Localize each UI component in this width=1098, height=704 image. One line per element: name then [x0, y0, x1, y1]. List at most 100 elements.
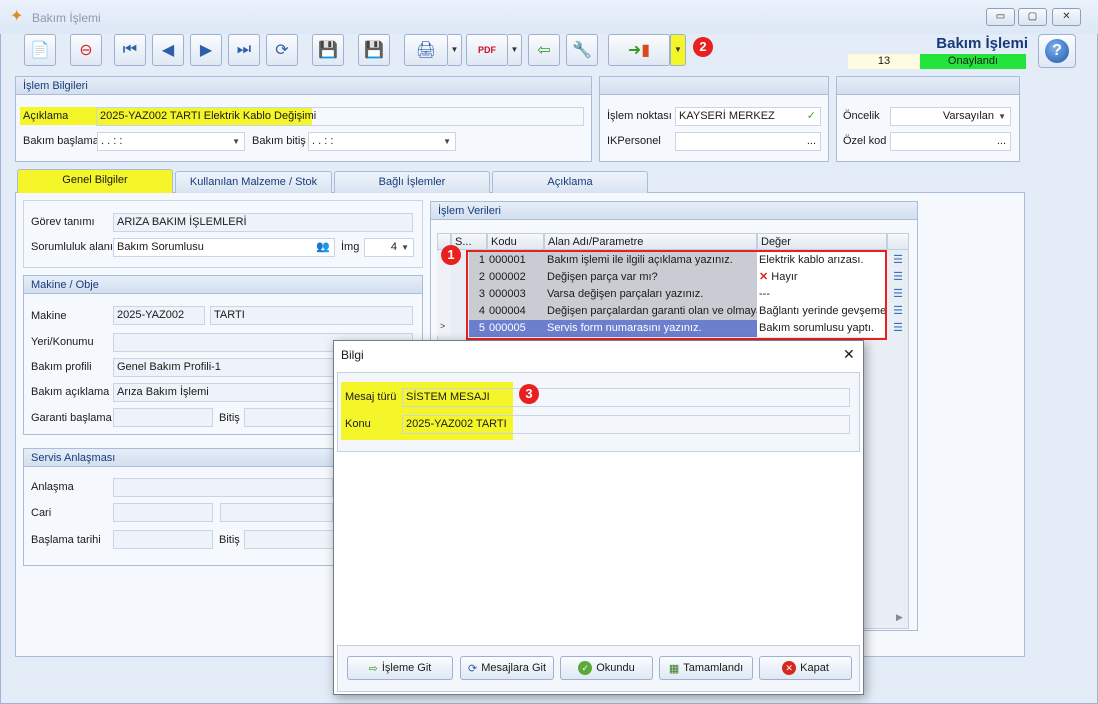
maximize-button[interactable]: ▢ [1018, 8, 1047, 26]
chevron-down-icon[interactable]: ▼ [401, 239, 409, 256]
delete-document-icon[interactable]: ⊖ [70, 34, 102, 66]
minimize-button[interactable]: ▭ [986, 8, 1015, 26]
isleme-git-button[interactable]: ⇨ İşleme Git [347, 656, 453, 680]
first-record-icon[interactable]: ⏮ [114, 34, 146, 66]
img-value: 4 [390, 241, 397, 253]
bakim-bitis-field[interactable]: . . : : ▼ [308, 132, 456, 151]
sorumluluk-field[interactable]: Bakım Sorumlusu 👥 [113, 238, 335, 257]
tools-icon[interactable]: 🔧 [566, 34, 598, 66]
bakim-baslama-value: . . : : [101, 135, 123, 147]
tamamlandi-label: Tamamlandı [683, 662, 744, 674]
save-close-icon[interactable]: 💾 [358, 34, 390, 66]
scroll-right-icon[interactable]: ▶ [896, 612, 903, 623]
print-dropdown-icon[interactable]: ▼ [448, 34, 462, 66]
butterfly-app-icon: ✦ [10, 8, 24, 25]
check-icon[interactable]: ✓ [807, 108, 816, 125]
kapat-label: Kapat [800, 662, 829, 674]
close-window-button[interactable]: ✕ [1052, 8, 1081, 26]
gorev-field[interactable]: ARIZA BAKIM İŞLEMLERİ [113, 213, 413, 232]
cari-code-field[interactable] [113, 503, 213, 522]
aciklama-field[interactable]: 2025-YAZ002 TARTI Elektrik Kablo Değişim… [96, 107, 584, 126]
new-document-icon[interactable]: 📄 [24, 34, 56, 66]
bakim-baslama-field[interactable]: . . : : ▼ [97, 132, 245, 151]
last-record-icon[interactable]: ⏭ [228, 34, 260, 66]
mesaj-turu-label: Mesaj türü [345, 391, 397, 403]
anlasma-field[interactable] [113, 478, 333, 497]
oncelik-select[interactable]: Varsayılan ▼ [890, 107, 1011, 126]
servis-baslama-label: Başlama tarihi [31, 534, 101, 546]
konu-label: Konu [345, 418, 371, 430]
servis-baslama-field[interactable] [113, 530, 213, 549]
grid-header-kodu[interactable]: Kodu [487, 233, 544, 250]
title-bar [0, 0, 1098, 34]
help-button[interactable]: ? [1038, 34, 1076, 68]
grid-header-deger[interactable]: Değer [757, 233, 887, 250]
makine-label: Makine [31, 310, 67, 322]
cari-label: Cari [31, 507, 52, 519]
exit-door-icon[interactable]: ➜ ▮ [608, 34, 670, 66]
img-select[interactable]: 4 ▼ [364, 238, 414, 257]
print-icon[interactable]: 🖨 [404, 34, 448, 66]
goto-icon: ⇨ [368, 662, 378, 675]
pdf-export-icon[interactable]: PDF [466, 34, 508, 66]
tab-genel-bilgiler[interactable]: Genel Bilgiler [17, 169, 173, 193]
next-record-icon[interactable]: ▶ [190, 34, 222, 66]
bakim-bitis-label: Bakım bitiş [252, 135, 306, 147]
garanti-field[interactable] [113, 408, 213, 427]
makine-name-field[interactable]: TARTI [210, 306, 413, 325]
oncelik-label: Öncelik [843, 110, 880, 122]
window-title: Bakım İşlemi [32, 11, 101, 25]
cari-name-field[interactable] [220, 503, 333, 522]
badge-3: 3 [519, 384, 539, 404]
okundu-button[interactable]: ✓ Okundu [560, 656, 653, 680]
highlight-rows [466, 250, 887, 340]
mesaj-turu-field[interactable]: SİSTEM MESAJI [402, 388, 850, 407]
garanti-bitis-field[interactable] [244, 408, 344, 427]
dialog-close-icon[interactable]: ✕ [843, 346, 855, 363]
okundu-label: Okundu [596, 662, 635, 674]
chevron-down-icon[interactable]: ▼ [998, 108, 1006, 125]
bakim-aciklama-label: Bakım açıklama [31, 386, 110, 398]
aciklama-label: Açıklama [23, 110, 69, 122]
makine-code-field[interactable]: 2025-YAZ002 [113, 306, 205, 325]
ozel-kod-field[interactable]: ... [890, 132, 1011, 151]
users-icon[interactable]: 👥 [316, 239, 330, 256]
servis-bitis-field[interactable] [244, 530, 334, 549]
genel-panel [23, 200, 423, 268]
garanti-bitis-label: Bitiş [219, 412, 240, 424]
isleme-git-label: İşleme Git [381, 662, 432, 674]
tab-kullanilan-malzeme[interactable]: Kullanılan Malzeme / Stok [175, 171, 332, 193]
sorumluluk-label: Sorumluluk alanı [31, 241, 113, 253]
ikpersonel-field[interactable]: ... [675, 132, 821, 151]
ozel-kod-label: Özel kod [843, 135, 887, 147]
refresh-icon[interactable]: ⟳ [266, 34, 298, 66]
mesajlara-git-button[interactable]: ⟳ Mesajlara Git [460, 656, 554, 680]
gorev-label: Görev tanımı [31, 216, 95, 228]
messages-icon: ⟳ [467, 662, 478, 675]
islem-noktasi-label: İşlem noktası [607, 110, 672, 122]
oncelik-value: Varsayılan [942, 110, 994, 122]
tamamlandi-button[interactable]: ▦ Tamamlandı [659, 656, 753, 680]
table-icon: ▦ [668, 662, 680, 675]
exit-dropdown-icon[interactable]: ▼ [670, 34, 686, 66]
grid-header-alan[interactable]: Alan Adı/Parametre [544, 233, 757, 250]
import-icon[interactable]: ⇦ [528, 34, 560, 66]
page-title: Bakım İşlemi [936, 35, 1028, 52]
badge-2: 2 [693, 37, 713, 57]
chevron-down-icon[interactable]: ▼ [232, 133, 240, 150]
pdf-dropdown-icon[interactable]: ▼ [508, 34, 522, 66]
tab-bagli-islemler[interactable]: Bağlı İşlemler [334, 171, 490, 193]
chevron-down-icon[interactable]: ▼ [443, 133, 451, 150]
dialog-title: Bilgi [341, 348, 364, 362]
previous-record-icon[interactable]: ◀ [152, 34, 184, 66]
islem-noktasi-field[interactable]: KAYSERİ MERKEZ ✓ [675, 107, 821, 126]
row-detail-icons[interactable]: ☰ ☰ ☰ ☰ ☰ [887, 252, 909, 337]
islem-noktasi-value: KAYSERİ MERKEZ [679, 110, 775, 122]
kapat-button[interactable]: ✕ Kapat [759, 656, 852, 680]
konu-field[interactable]: 2025-YAZ002 TARTI [402, 415, 850, 434]
sorumluluk-value: Bakım Sorumlusu [117, 241, 204, 253]
save-icon[interactable]: 💾 [312, 34, 344, 66]
bakim-bitis-value: . . : : [312, 135, 334, 147]
mesajlara-git-label: Mesajlara Git [481, 662, 546, 674]
tab-aciklama[interactable]: Açıklama [492, 171, 648, 193]
